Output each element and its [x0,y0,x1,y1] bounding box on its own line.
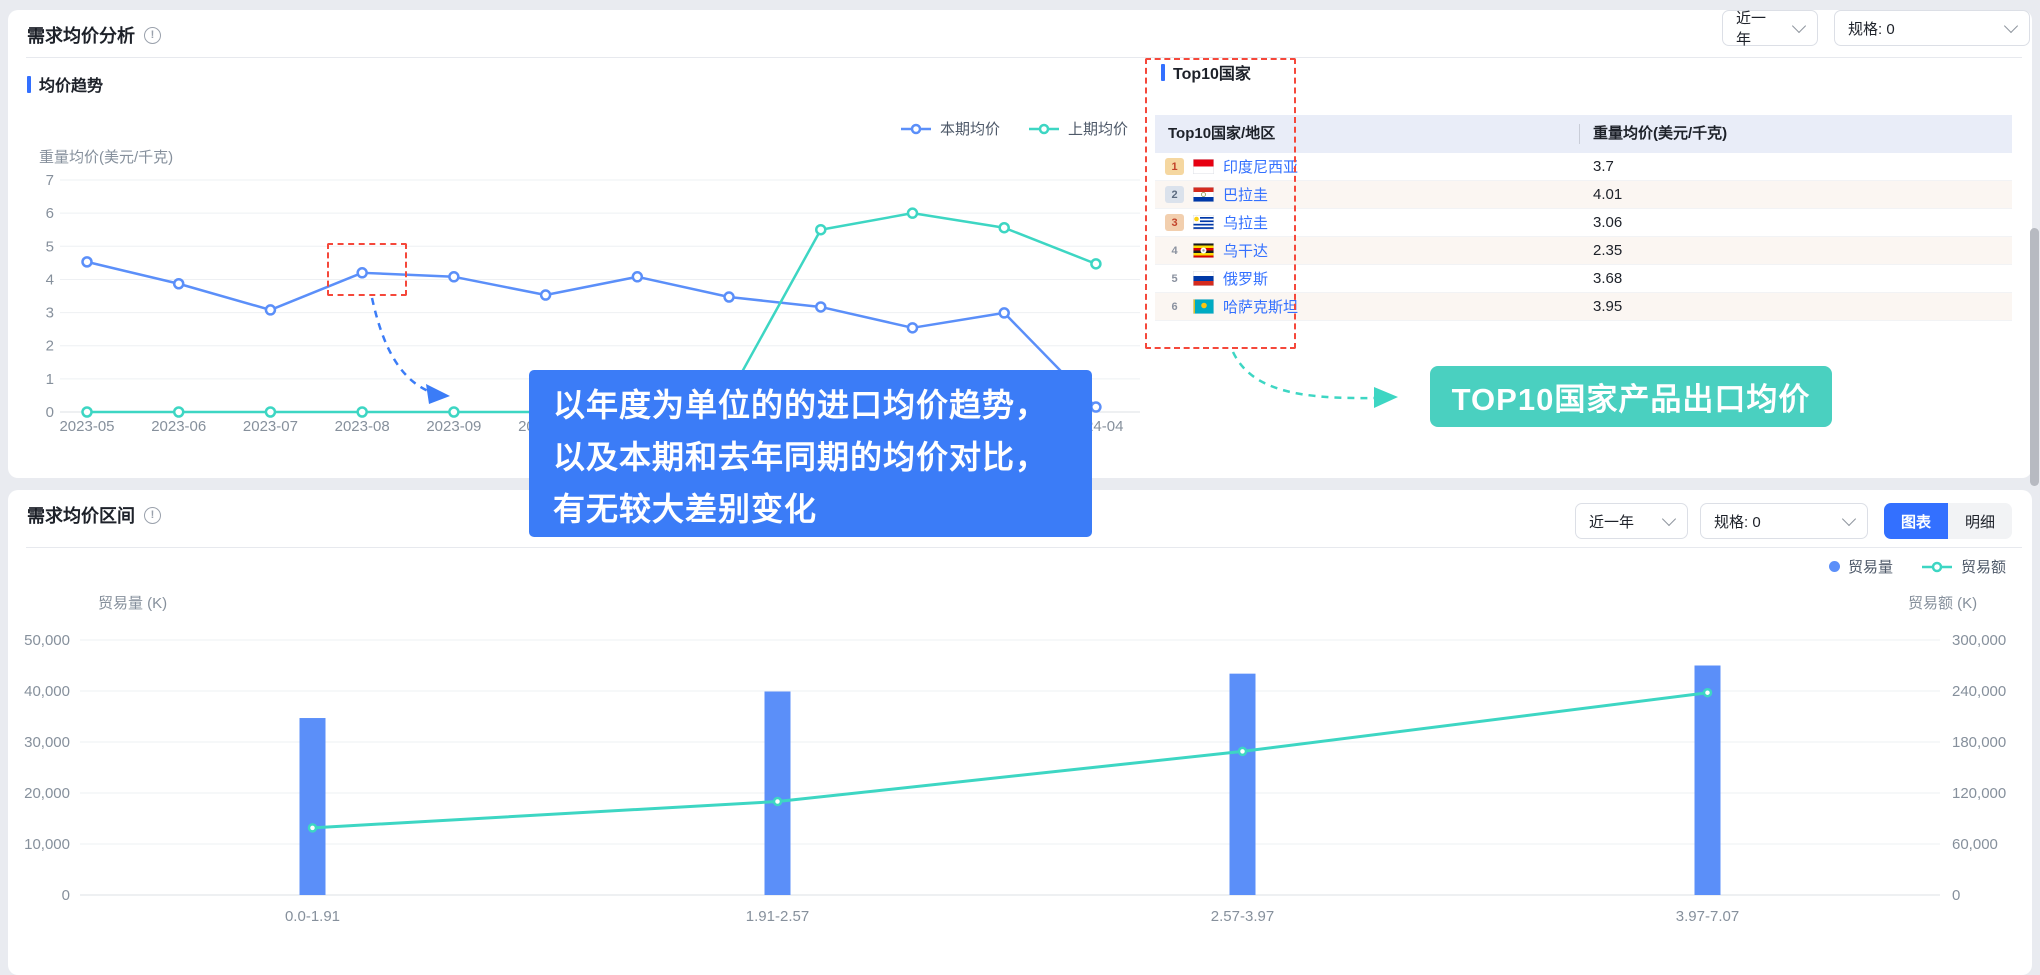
vertical-scrollbar[interactable] [2030,228,2039,486]
annotation-arrows [0,0,2040,975]
teal-arrowhead-icon [1374,387,1398,408]
blue-dashed-arrow [372,298,428,391]
trade-analytics-dashboard: 01234567重量均价(美元/千克)2023-052023-062023-07… [0,0,2040,975]
annotation-layer: 以年度为单位的的进口均价趋势，以及本期和去年同期的均价对比，有无较大差别变化 T… [0,0,2040,975]
teal-dashed-arrow [1233,352,1374,398]
blue-arrowhead-icon [426,384,450,404]
